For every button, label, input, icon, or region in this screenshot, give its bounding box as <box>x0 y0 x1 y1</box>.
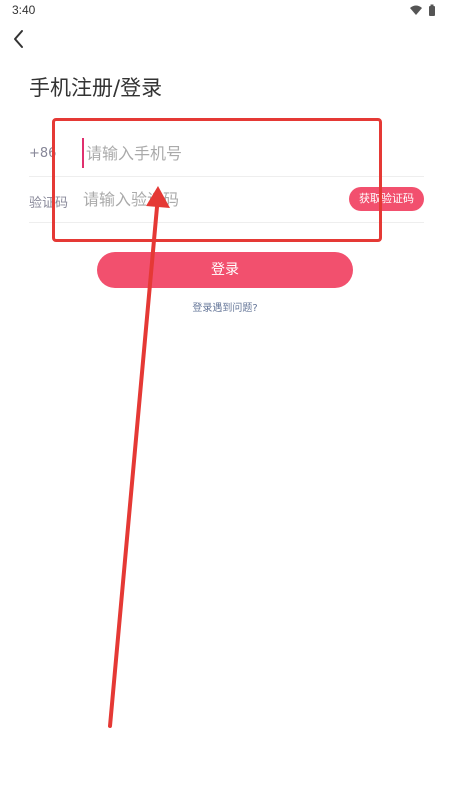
phone-input[interactable] <box>82 138 366 168</box>
code-input[interactable] <box>83 184 323 214</box>
status-time: 3:40 <box>12 3 36 17</box>
status-bar: 3:40 <box>0 0 450 22</box>
login-page: 3:40 手机注册/登录 +86 验证码 获取验证码 登录 登录遇到问 <box>0 0 450 800</box>
chevron-left-icon <box>14 30 23 48</box>
code-label: 验证码 <box>29 196 69 211</box>
back-button[interactable] <box>6 26 32 52</box>
page-title: 手机注册/登录 <box>29 76 163 100</box>
country-code-prefix[interactable]: +86 <box>29 146 56 161</box>
battery-icon <box>429 4 435 16</box>
annotation-arrow <box>108 186 170 728</box>
status-icons <box>408 3 438 17</box>
wifi-icon <box>410 5 422 15</box>
help-link[interactable]: 登录遇到问题? <box>0 299 450 314</box>
code-row: 验证码 获取验证码 <box>29 178 424 223</box>
get-code-button[interactable]: 获取验证码 <box>349 187 424 211</box>
phone-row: +86 <box>29 132 424 177</box>
login-button[interactable]: 登录 <box>97 252 353 288</box>
